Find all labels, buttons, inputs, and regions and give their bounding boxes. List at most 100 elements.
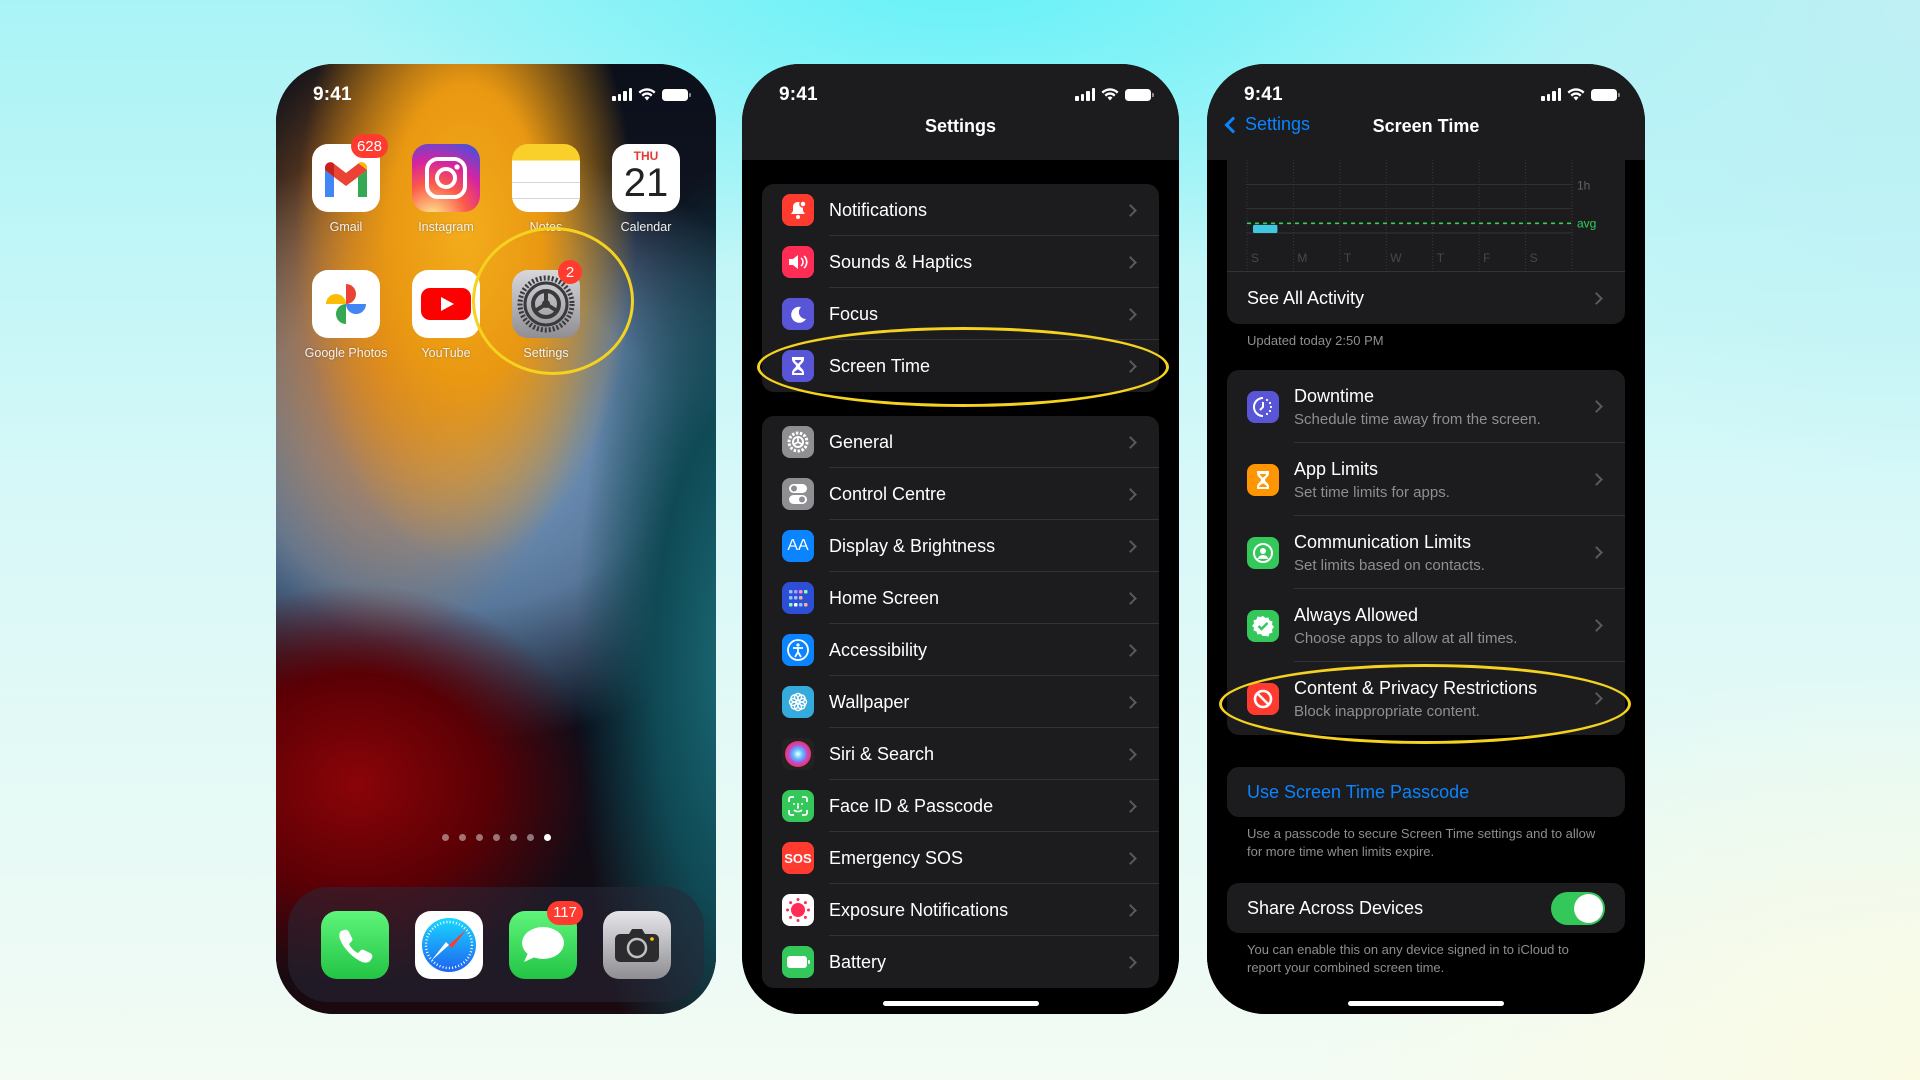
app-calendar[interactable]: THU 21 Calendar [596, 144, 696, 234]
page-dot-active[interactable] [543, 834, 551, 841]
cellular-signal-icon [612, 88, 632, 101]
app-gmail[interactable]: 628 Gmail [296, 134, 396, 234]
settings-row-focus[interactable]: Focus [762, 288, 1159, 340]
settings-row-general[interactable]: General [762, 416, 1159, 468]
chevron-right-icon [1590, 291, 1603, 305]
row-title: Downtime [1294, 385, 1375, 406]
chevron-right-icon [1124, 747, 1137, 761]
status-time: 9:41 [779, 84, 818, 105]
usage-chart[interactable]: 1h avg S M T W T F S [1227, 160, 1625, 272]
see-all-activity-row[interactable]: See All Activity [1227, 272, 1625, 324]
downtime-icon [1247, 390, 1279, 423]
page-dot[interactable] [475, 834, 483, 841]
page-dot[interactable] [458, 834, 466, 841]
youtube-icon [412, 270, 480, 338]
settings-row-face-id-passcode[interactable]: Face ID & Passcode [762, 780, 1159, 832]
settings-row-label: Notifications [829, 199, 928, 220]
passcode-note: Use a passcode to secure Screen Time set… [1247, 826, 1596, 859]
row-text: App Limits Set time limits for apps. [1294, 459, 1592, 501]
settings-row-accessibility[interactable]: Accessibility [762, 624, 1159, 676]
app-label: Instagram [418, 220, 474, 234]
page-dot[interactable] [526, 834, 534, 841]
chevron-right-icon [1124, 851, 1137, 865]
row-subtitle: Set time limits for apps. [1294, 483, 1450, 501]
screen-time-row-downtime[interactable]: Downtime Schedule time away from the scre… [1227, 370, 1625, 443]
settings-row-label: Siri & Search [829, 743, 935, 764]
app-label: Google Photos [304, 346, 388, 360]
settings-row-label: Focus [829, 303, 879, 324]
battery-icon [662, 88, 691, 101]
phone-icon [321, 910, 389, 979]
settings-row-home-screen[interactable]: Home Screen [762, 572, 1159, 624]
dock: 117 [288, 887, 704, 1002]
home-indicator[interactable] [1348, 1001, 1504, 1006]
settings-row-emergency-sos[interactable]: SOS Emergency SOS [762, 832, 1159, 884]
page-dot[interactable] [441, 834, 449, 841]
screen-time-row-content-privacy-restrictions[interactable]: Content & Privacy Restrictions Block inap… [1227, 662, 1625, 735]
settings-row-screen-time[interactable]: Screen Time [762, 340, 1159, 392]
home-screen-phone: 9:41 628 Gmail Instagram Notes THU 21 Ca… [276, 64, 716, 1014]
settings-row-notifications[interactable]: Notifications [762, 184, 1159, 236]
screen-time-row-communication-limits[interactable]: Communication Limits Set limits based on … [1227, 516, 1625, 589]
share-across-devices-row: Share Across Devices [1227, 883, 1625, 933]
page-dot[interactable] [509, 834, 517, 841]
row-subtitle: Choose apps to allow at all times. [1294, 629, 1518, 647]
safari-compass-icon [415, 910, 483, 979]
x-tick-label: S [1530, 251, 1538, 265]
app-notes[interactable]: Notes [496, 144, 596, 234]
app-google-photos[interactable]: Google Photos [296, 270, 396, 360]
home-indicator[interactable] [882, 1001, 1039, 1006]
screen-time-content[interactable]: 1h avg S M T W T F S See All Activity Updated to… [1207, 160, 1645, 1014]
app-instagram[interactable]: Instagram [396, 144, 496, 234]
row-text: Content & Privacy Restrictions Block inap… [1294, 678, 1592, 720]
messages-badge: 117 [547, 900, 583, 925]
screen-time-row-always-allowed[interactable]: Always Allowed Choose apps to allow at al… [1227, 589, 1625, 662]
settings-row-exposure-notifications[interactable]: Exposure Notifications [762, 884, 1159, 936]
contact-icon [1247, 536, 1279, 569]
settings-row-label: Face ID & Passcode [829, 795, 994, 816]
screen-time-nav-bar: 9:41 Settings Screen Time [1207, 64, 1645, 160]
dock-app-phone[interactable] [321, 910, 389, 979]
use-passcode-link[interactable]: Use Screen Time Passcode [1227, 767, 1625, 817]
row-title: Always Allowed [1294, 604, 1419, 625]
share-toggle[interactable] [1551, 891, 1605, 925]
settings-row-battery[interactable]: Battery [762, 936, 1159, 988]
dock-app-messages[interactable]: 117 [509, 900, 583, 979]
camera-icon [603, 910, 671, 979]
settings-row-label: Emergency SOS [829, 847, 964, 868]
app-label: Gmail [329, 220, 363, 234]
face-id-icon [782, 790, 814, 822]
chevron-right-icon [1590, 473, 1603, 486]
app-label: Settings [523, 346, 569, 360]
calendar-date: 21 [623, 161, 669, 205]
text-size-icon: AA [782, 530, 814, 562]
x-tick-label: T [1344, 251, 1352, 265]
share-group: Share Across Devices [1227, 883, 1625, 933]
wifi-icon [1101, 88, 1119, 101]
chevron-right-icon [1124, 307, 1137, 321]
dock-app-camera[interactable] [603, 910, 671, 979]
row-title: Content & Privacy Restrictions [1294, 677, 1538, 698]
settings-row-siri-search[interactable]: Siri & Search [762, 728, 1159, 780]
settings-row-sounds-haptics[interactable]: Sounds & Haptics [762, 236, 1159, 288]
status-bar: 9:41 [742, 64, 1179, 130]
app-youtube[interactable]: YouTube [396, 270, 496, 360]
share-label: Share Across Devices [1247, 897, 1424, 918]
page-dot[interactable] [492, 834, 500, 841]
settings-list[interactable]: Notifications Sounds & Haptics Focus Screen… [742, 160, 1179, 1014]
settings-row-control-centre[interactable]: Control Centre [762, 468, 1159, 520]
chevron-right-icon [1124, 799, 1137, 813]
dock-app-safari[interactable] [415, 910, 483, 979]
instagram-icon [412, 144, 480, 212]
settings-row-wallpaper[interactable]: Wallpaper [762, 676, 1159, 728]
settings-group-1: Notifications Sounds & Haptics Focus Screen… [762, 184, 1159, 392]
x-tick-label: S [1251, 251, 1259, 265]
app-label: Calendar [620, 220, 672, 234]
page-indicator[interactable] [276, 834, 716, 841]
x-tick-label: W [1390, 251, 1402, 265]
wifi-icon [1567, 88, 1585, 101]
activity-card: 1h avg S M T W T F S See All Activity [1227, 160, 1625, 324]
screen-time-row-app-limits[interactable]: App Limits Set time limits for apps. [1227, 443, 1625, 516]
settings-row-display-brightness[interactable]: AA Display & Brightness [762, 520, 1159, 572]
app-settings[interactable]: 2 Settings [496, 260, 596, 360]
